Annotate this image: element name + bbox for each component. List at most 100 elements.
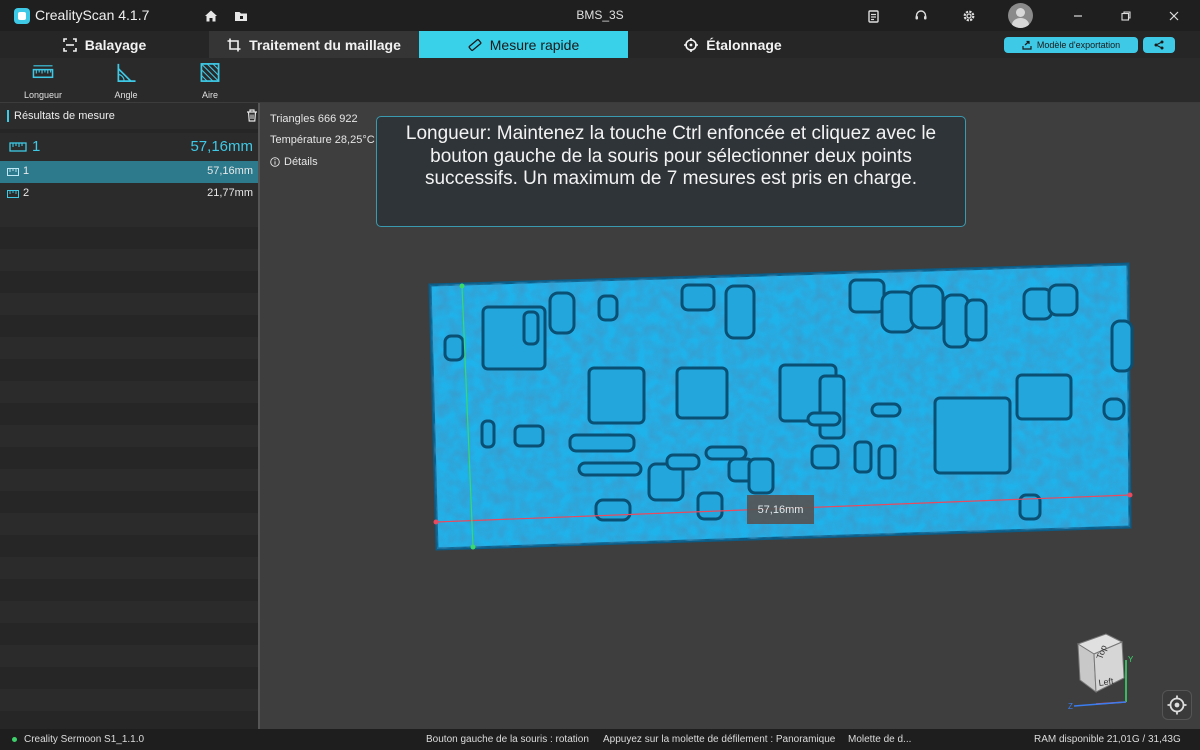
empty-row xyxy=(0,689,258,711)
empty-row xyxy=(0,359,258,381)
measure-point xyxy=(470,544,476,550)
tab-traitement-du-maillage[interactable]: Traitement du maillage xyxy=(209,31,419,58)
empty-row xyxy=(0,271,258,293)
measurement-name: 1 xyxy=(23,165,30,177)
settings-gear-icon[interactable] xyxy=(959,6,979,26)
tab-label: Mesure rapide xyxy=(489,36,580,53)
empty-row xyxy=(0,425,258,447)
scan-icon xyxy=(62,37,77,52)
length-ruler-icon xyxy=(7,168,19,176)
export-model-button[interactable]: Modèle d'exportation xyxy=(1004,37,1138,53)
fit-view-button[interactable] xyxy=(1162,690,1192,720)
tool-label: Longueur xyxy=(23,90,63,100)
tab-mesure-rapide[interactable]: Mesure rapide xyxy=(419,31,628,58)
empty-row xyxy=(0,645,258,667)
restore-window-icon[interactable] xyxy=(1116,6,1136,26)
device-name: Creality Sermoon S1_1.1.0 xyxy=(24,734,145,745)
export-label: Modèle d'exportation xyxy=(1036,40,1121,50)
empty-row xyxy=(0,249,258,271)
measure-point xyxy=(433,519,439,525)
instruction-tooltip: Longueur: Maintenez la touche Ctrl enfon… xyxy=(376,116,966,227)
minimize-icon[interactable] xyxy=(1068,6,1088,26)
group-value: 57,16mm xyxy=(190,138,253,155)
panel-title: Résultats de mesure xyxy=(14,110,115,122)
axis-z xyxy=(1073,701,1127,707)
measurement-value: 21,77mm xyxy=(207,187,253,199)
target-center-icon xyxy=(1167,695,1187,715)
share-icon xyxy=(1154,40,1164,50)
empty-row xyxy=(0,557,258,579)
ruler-icon xyxy=(468,38,482,51)
empty-row xyxy=(0,469,258,491)
tab-label: Étalonnage xyxy=(706,36,782,53)
measure-toolbar: Longueur Angle Aire xyxy=(0,58,1200,102)
view-cube[interactable]: Top Left Y Z xyxy=(1066,630,1142,710)
cube-face-left: Left xyxy=(1098,676,1115,688)
measurement-value: 57,16mm xyxy=(207,165,253,177)
status-bar: Creality Sermoon S1_1.1.0 Bouton gauche … xyxy=(0,729,1200,750)
home-icon[interactable] xyxy=(201,6,221,26)
title-bar: CrealityScan 4.1.7 BMS_3S xyxy=(0,0,1200,31)
empty-row xyxy=(0,403,258,425)
measurement-row-1[interactable]: 1 57,16mm xyxy=(0,161,260,183)
empty-row xyxy=(0,205,258,227)
empty-row xyxy=(0,293,258,315)
measurement-results-panel: Résultats de mesure 1 57,16mm 1 57,16mm … xyxy=(0,103,260,729)
axis-z-label: Z xyxy=(1068,702,1073,710)
hint-pan: Appuyez sur la molette de défilement : P… xyxy=(603,734,836,745)
support-headset-icon[interactable] xyxy=(911,6,931,26)
header-accent xyxy=(7,110,9,122)
3d-viewport[interactable]: Triangles 666 922 Température 28,25°C Dé… xyxy=(260,103,1200,729)
measurement-row-2[interactable]: 2 21,77mm xyxy=(0,183,260,205)
tool-angle[interactable]: Angle xyxy=(96,62,156,100)
empty-row xyxy=(0,579,258,601)
tool-area[interactable]: Aire xyxy=(180,62,240,100)
empty-row xyxy=(0,447,258,469)
export-icon xyxy=(1022,40,1032,50)
tab-label: Balayage xyxy=(84,36,147,53)
hint-rotate: Bouton gauche de la souris : rotation xyxy=(426,734,589,745)
empty-row xyxy=(0,315,258,337)
hint-zoom: Molette de d... xyxy=(848,734,912,745)
empty-row xyxy=(0,535,258,557)
measurement-name: 2 xyxy=(23,187,30,199)
empty-row xyxy=(0,601,258,623)
tab-label: Traitement du maillage xyxy=(249,36,401,53)
empty-row xyxy=(0,337,258,359)
length-ruler-icon xyxy=(9,142,27,152)
axis-y-label: Y xyxy=(1128,655,1134,664)
tool-length[interactable]: Longueur xyxy=(13,62,73,100)
panel-header: Résultats de mesure xyxy=(0,103,260,129)
device-connected-icon xyxy=(12,737,17,742)
tool-label: Angle xyxy=(114,90,138,100)
app-logo-icon xyxy=(14,8,30,24)
area-icon xyxy=(200,63,220,82)
measurement-label: 57,16mm xyxy=(747,495,814,524)
close-icon[interactable] xyxy=(1164,6,1184,26)
user-avatar[interactable] xyxy=(1008,3,1033,28)
empty-row xyxy=(0,623,258,645)
empty-row xyxy=(0,491,258,513)
tab-etalonnage[interactable]: Étalonnage xyxy=(628,31,838,58)
tool-label: Aire xyxy=(201,90,218,100)
measurement-group-row[interactable]: 1 57,16mm xyxy=(0,133,260,161)
length-ruler-icon xyxy=(7,190,19,198)
empty-row xyxy=(0,227,258,249)
empty-row xyxy=(0,513,258,535)
tab-balayage[interactable]: Balayage xyxy=(0,31,209,58)
ram-readout: RAM disponible 21,01G / 31,43G xyxy=(1034,734,1181,745)
empty-row xyxy=(0,381,258,403)
app-title: CrealityScan 4.1.7 xyxy=(35,7,150,23)
measure-point xyxy=(1127,492,1133,498)
notes-icon[interactable] xyxy=(863,6,883,26)
trash-icon[interactable] xyxy=(246,109,258,122)
crosshair-icon xyxy=(684,37,699,52)
empty-row xyxy=(0,667,258,689)
length-ruler-icon xyxy=(32,65,54,79)
measure-line-y xyxy=(461,285,474,548)
angle-icon xyxy=(117,63,136,82)
share-button[interactable] xyxy=(1143,37,1175,53)
measure-point xyxy=(459,283,465,289)
group-name: 1 xyxy=(32,138,41,155)
folder-icon[interactable] xyxy=(231,6,251,26)
